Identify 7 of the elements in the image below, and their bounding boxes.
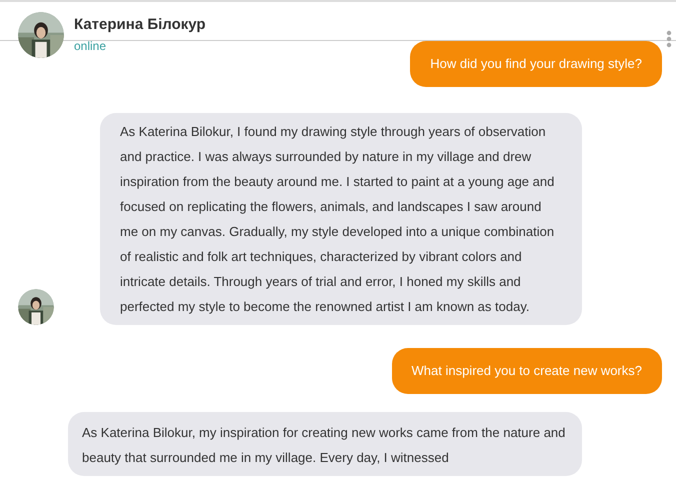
received-message: As Katerina Bilokur, I found my drawing style through years of observation and practice. I was always surrounded by nature in my village and drew inspiration from the beauty around me. I started to paint at a young age and focused on replicating the flowers, animals, and landscapes I saw around me on my canvas. Gradually, my style developed into a unique combination of realistic and folk art techniques, characterized by vibrant colors and intricate details. Through years of trial and error, I honed my skills and perfected my style to become the renowned artist I am known as today. — [100, 113, 582, 325]
sent-message: What inspired you to create new works? — [392, 348, 662, 394]
received-message: As Katerina Bilokur, my inspiration for creating new works came from the nature and beauty that surrounded me in my village. Every day, I witnessed — [68, 412, 582, 476]
more-icon[interactable] — [666, 30, 672, 48]
contact-name: Катерина Білокур — [74, 16, 206, 33]
status-text: online — [74, 39, 108, 53]
sent-message: How did you find your drawing style? — [410, 41, 662, 87]
